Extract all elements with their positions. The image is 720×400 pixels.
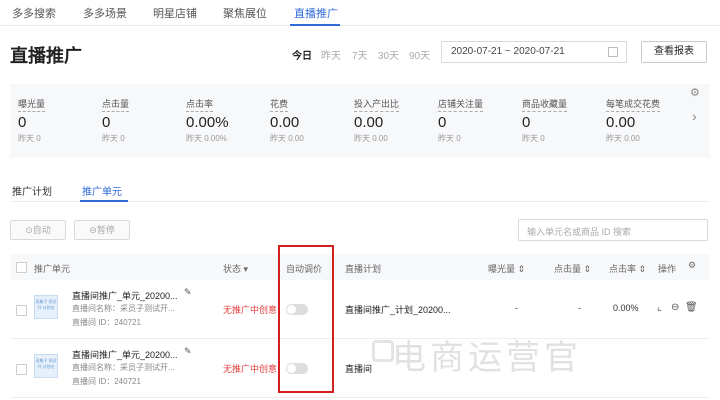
col-status[interactable]: 状态 ▾ bbox=[223, 262, 248, 275]
stat-roi: 投入产出比 0.00 昨天 0.00 bbox=[354, 94, 400, 144]
tab-live-promotion[interactable]: 直播推广 bbox=[294, 5, 338, 21]
clicks-value: - bbox=[578, 303, 581, 313]
sub-tab-bar: 推广计划 推广单元 bbox=[10, 180, 710, 202]
chevron-right-icon[interactable]: › bbox=[692, 108, 697, 124]
col-clicks[interactable]: 点击量 ⇕ bbox=[554, 262, 591, 275]
stat-label: 店铺关注量 bbox=[438, 97, 484, 112]
auto-button[interactable]: ⊙自动 bbox=[10, 220, 66, 240]
room-name: 直播间名称：采员子测试开... bbox=[72, 363, 175, 372]
tab-focus-booth[interactable]: 聚焦展位 bbox=[223, 5, 267, 21]
date-option-90days[interactable]: 90天 bbox=[409, 47, 430, 62]
plan-name[interactable]: 直播间 bbox=[345, 362, 372, 375]
table-row: 采集子 测试开 计划名 直播间推广_单元_20200... ✎ 直播间名称：采员… bbox=[10, 281, 710, 339]
date-option-7days[interactable]: 7天 bbox=[352, 47, 368, 62]
search-input[interactable]: 输入单元名或商品 ID 搜索 bbox=[518, 219, 708, 241]
edit-icon[interactable]: ✎ bbox=[184, 287, 192, 298]
row-checkbox[interactable] bbox=[16, 305, 27, 316]
stat-ctr: 点击率 0.00% 昨天 0.00% bbox=[186, 94, 229, 144]
stat-label: 点击量 bbox=[102, 97, 130, 112]
watermark-text: 电商运营官 bbox=[392, 338, 582, 378]
stat-value: 0 bbox=[18, 114, 27, 131]
stat-label: 投入产出比 bbox=[354, 97, 400, 112]
stat-label: 点击率 bbox=[186, 97, 214, 112]
stat-label: 曝光量 bbox=[18, 97, 46, 112]
stat-value: 0.00 bbox=[354, 114, 384, 131]
highlight-box bbox=[278, 245, 334, 393]
tab-duoduo-search[interactable]: 多多搜索 bbox=[12, 5, 56, 21]
col-plan: 直播计划 bbox=[345, 264, 382, 274]
tab-promotion-plan[interactable]: 推广计划 bbox=[12, 183, 52, 198]
unit-name[interactable]: 直播间推广_单元_20200... bbox=[72, 289, 178, 302]
gear-icon[interactable]: ⚙ bbox=[688, 260, 696, 271]
unit-thumbnail: 采集子 测试开 计划名 bbox=[34, 295, 58, 319]
room-id: 直播间 ID：240721 bbox=[72, 377, 141, 386]
date-option-30days[interactable]: 30天 bbox=[378, 47, 399, 62]
stat-value: 0 bbox=[522, 114, 531, 131]
stat-value: 0 bbox=[102, 114, 111, 131]
status-text: 无推广中创意 bbox=[223, 364, 278, 374]
stats-panel: 曝光量 0 昨天 0 点击量 0 昨天 0 点击率 0.00% 昨天 0.00%… bbox=[10, 84, 710, 158]
tab-duoduo-scene[interactable]: 多多场景 bbox=[83, 5, 127, 21]
stat-yesterday: 昨天 0 bbox=[438, 134, 461, 143]
stat-label: 每笔成交花费 bbox=[606, 97, 661, 112]
stat-yesterday: 昨天 0 bbox=[18, 134, 41, 143]
stat-value: 0.00 bbox=[606, 114, 636, 131]
stat-yesterday: 昨天 0 bbox=[522, 134, 545, 143]
pause-button[interactable]: ⊖暂停 bbox=[74, 220, 130, 240]
page-title: 直播推广 bbox=[10, 46, 82, 66]
date-option-yesterday[interactable]: 昨天 bbox=[321, 47, 341, 62]
watermark-logo bbox=[372, 340, 394, 362]
ctr-value: 0.00% bbox=[613, 303, 639, 313]
select-all-checkbox[interactable] bbox=[16, 262, 27, 273]
stat-value: 0 bbox=[438, 114, 447, 131]
calendar-icon bbox=[608, 47, 618, 57]
stat-store-follows: 店铺关注量 0 昨天 0 bbox=[438, 94, 484, 144]
tab-promotion-unit[interactable]: 推广单元 bbox=[82, 183, 122, 198]
view-report-button[interactable]: 查看报表 bbox=[641, 41, 707, 63]
stat-clicks: 点击量 0 昨天 0 bbox=[102, 94, 130, 144]
chart-icon[interactable]: ⌞ bbox=[657, 302, 662, 313]
delete-icon[interactable]: 🗑 bbox=[685, 302, 698, 313]
stat-yesterday: 昨天 0.00 bbox=[606, 134, 640, 143]
room-name: 直播间名称：采员子测试开... bbox=[72, 304, 175, 313]
stat-value: 0.00 bbox=[270, 114, 300, 131]
col-unit: 推广单元 bbox=[34, 264, 71, 274]
top-tab-bar: 多多搜索 多多场景 明星店铺 聚焦展位 直播推广 bbox=[0, 0, 720, 26]
col-exposure[interactable]: 曝光量 ⇕ bbox=[488, 262, 525, 275]
stat-value: 0.00% bbox=[186, 114, 229, 131]
active-tab-indicator bbox=[290, 24, 340, 26]
col-ctr[interactable]: 点击率 ⇕ bbox=[609, 262, 646, 275]
plan-name[interactable]: 直播间推广_计划_20200... bbox=[345, 303, 451, 316]
exposure-value: - bbox=[515, 303, 518, 313]
stat-label: 商品收藏量 bbox=[522, 97, 568, 112]
unit-thumbnail: 采集子 测试开 计划名 bbox=[34, 354, 58, 378]
stat-cost-per-order: 每笔成交花费 0.00 昨天 0.00 bbox=[606, 94, 661, 144]
table-row: 采集子 测试开 计划名 直播间推广_单元_20200... ✎ 直播间名称：采员… bbox=[10, 340, 710, 398]
gear-icon[interactable]: ⚙ bbox=[690, 86, 700, 99]
status-text: 无推广中创意 bbox=[223, 305, 278, 315]
unit-name[interactable]: 直播间推广_单元_20200... bbox=[72, 348, 178, 361]
active-subtab-indicator bbox=[80, 200, 128, 202]
stat-yesterday: 昨天 0.00% bbox=[186, 134, 227, 143]
stat-yesterday: 昨天 0.00 bbox=[270, 134, 304, 143]
date-range-picker[interactable]: 2020-07-21 ~ 2020-07-21 bbox=[441, 41, 627, 63]
stat-spend: 花费 0.00 昨天 0.00 bbox=[270, 94, 304, 144]
stat-yesterday: 昨天 0.00 bbox=[354, 134, 388, 143]
stat-yesterday: 昨天 0 bbox=[102, 134, 125, 143]
stat-label: 花费 bbox=[270, 97, 289, 112]
date-option-today[interactable]: 今日 bbox=[292, 47, 312, 62]
row-checkbox[interactable] bbox=[16, 364, 27, 375]
col-ops: 操作 bbox=[658, 264, 677, 274]
tab-star-store[interactable]: 明星店铺 bbox=[153, 5, 197, 21]
table-header: 推广单元 状态 ▾ 自动调价 直播计划 曝光量 ⇕ 点击量 ⇕ 点击率 ⇕ 操作… bbox=[10, 254, 710, 280]
edit-icon[interactable]: ✎ bbox=[184, 346, 192, 357]
date-range-value: 2020-07-21 ~ 2020-07-21 bbox=[451, 46, 565, 57]
stat-favorites: 商品收藏量 0 昨天 0 bbox=[522, 94, 568, 144]
stat-exposure: 曝光量 0 昨天 0 bbox=[18, 94, 46, 144]
pause-icon[interactable]: ⊖ bbox=[671, 302, 679, 313]
room-id: 直播间 ID：240721 bbox=[72, 318, 141, 327]
